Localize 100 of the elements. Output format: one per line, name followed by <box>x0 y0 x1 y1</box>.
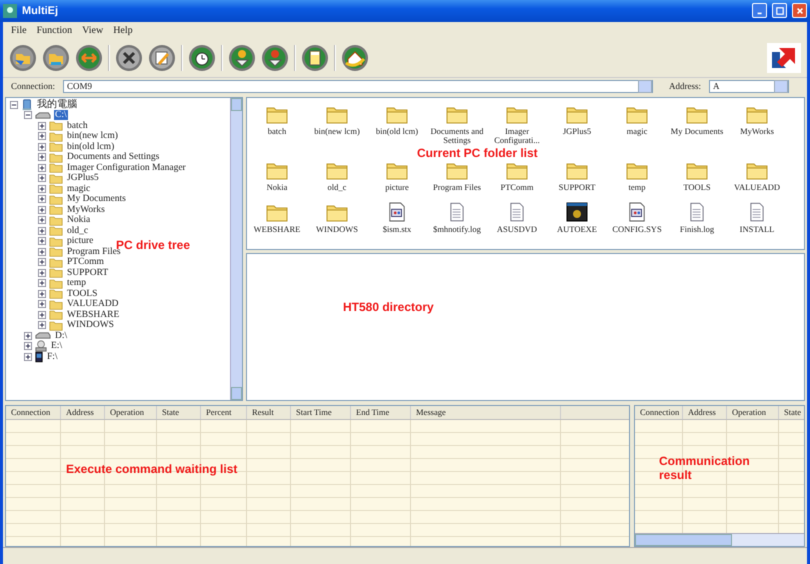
expand-icon[interactable] <box>38 174 46 182</box>
document-item[interactable]: $mhnotify.log <box>427 202 487 244</box>
toolbar-button[interactable] <box>188 44 216 72</box>
tree-item[interactable]: D:\ <box>54 330 68 340</box>
folder-item[interactable]: bin(old lcm) <box>367 104 427 146</box>
connection-dropdown[interactable]: COM9 <box>63 80 653 93</box>
expand-icon[interactable] <box>38 300 46 308</box>
folder-item[interactable]: Nokia <box>247 160 307 202</box>
tree-item[interactable]: Documents and Settings <box>66 152 160 162</box>
menu-item[interactable]: Help <box>113 24 133 38</box>
folder-item[interactable]: bin(new lcm) <box>307 104 367 146</box>
expand-icon[interactable] <box>24 352 32 360</box>
tree-item[interactable]: E:\ <box>50 341 64 351</box>
tree-item[interactable]: old_c <box>66 226 90 236</box>
folder-item[interactable]: PTComm <box>487 160 547 202</box>
column-header[interactable]: End Time <box>351 406 411 420</box>
expand-icon[interactable] <box>24 332 32 340</box>
document-item[interactable]: Finish.log <box>667 202 727 244</box>
folder-item[interactable]: WINDOWS <box>307 202 367 244</box>
expand-icon[interactable] <box>38 216 46 224</box>
expand-icon[interactable] <box>38 268 46 276</box>
document-item[interactable]: CONFIG.SYS <box>607 202 667 244</box>
expand-icon[interactable] <box>38 226 46 234</box>
folder-item[interactable]: picture <box>367 160 427 202</box>
tree-item[interactable]: magic <box>66 184 92 194</box>
column-header[interactable]: Result <box>247 406 291 420</box>
column-header[interactable]: Operation <box>105 406 157 420</box>
tree-item[interactable]: C:\ <box>54 110 68 120</box>
minimize-button[interactable] <box>752 3 767 18</box>
tree-item[interactable]: Imager Configuration Manager <box>66 162 187 172</box>
folder-item[interactable]: VALUEADD <box>727 160 787 202</box>
tree-item[interactable]: Nokia <box>66 215 92 225</box>
close-button[interactable] <box>792 3 807 18</box>
scrollbar[interactable] <box>635 533 804 546</box>
column-header[interactable]: State <box>157 406 201 420</box>
folder-item[interactable]: Documents and Settings <box>427 104 487 146</box>
folder-item[interactable]: old_c <box>307 160 367 202</box>
folder-item[interactable]: MyWorks <box>727 104 787 146</box>
document-item[interactable]: AUTOEXE <box>547 202 607 244</box>
address-dropdown[interactable]: A <box>709 80 789 93</box>
expand-icon[interactable] <box>38 310 46 318</box>
expand-icon[interactable] <box>38 321 46 329</box>
expand-icon[interactable] <box>38 132 46 140</box>
expand-icon[interactable] <box>38 279 46 287</box>
menu-item[interactable]: Function <box>36 24 72 38</box>
column-header[interactable]: Operation <box>727 406 779 420</box>
column-header[interactable]: State <box>779 406 804 420</box>
maximize-button[interactable] <box>772 3 787 18</box>
tree-item[interactable]: F:\ <box>46 352 59 362</box>
column-header[interactable]: Address <box>683 406 727 420</box>
document-item[interactable]: INSTALL <box>727 202 787 244</box>
tree-item[interactable]: batch <box>66 120 89 130</box>
tree-item[interactable]: MyWorks <box>66 204 106 214</box>
expand-icon[interactable] <box>38 290 46 298</box>
expand-icon[interactable] <box>38 122 46 130</box>
folder-item[interactable]: temp <box>607 160 667 202</box>
tree-item[interactable]: temp <box>66 278 87 288</box>
folder-item[interactable]: My Documents <box>667 104 727 146</box>
column-header[interactable]: Address <box>61 406 105 420</box>
tree-item[interactable]: WEBSHARE <box>66 310 120 320</box>
expand-icon[interactable] <box>38 248 46 256</box>
expand-icon[interactable] <box>38 142 46 150</box>
tree-item[interactable]: VALUEADD <box>66 299 120 309</box>
folder-item[interactable]: Program Files <box>427 160 487 202</box>
toolbar-button[interactable] <box>301 44 329 72</box>
folder-item[interactable]: SUPPORT <box>547 160 607 202</box>
expand-icon[interactable] <box>38 206 46 214</box>
tree-item[interactable]: My Documents <box>66 194 127 204</box>
tree-item[interactable]: 我的電腦 <box>36 100 78 110</box>
toolbar-button[interactable] <box>115 44 143 72</box>
expand-icon[interactable] <box>38 164 46 172</box>
expand-icon[interactable] <box>38 184 46 192</box>
tree-item[interactable]: TOOLS <box>66 288 98 298</box>
toolbar-button[interactable] <box>341 44 369 72</box>
folder-item[interactable]: JGPlus5 <box>547 104 607 146</box>
folder-item[interactable]: batch <box>247 104 307 146</box>
column-header[interactable]: Connection <box>6 406 61 420</box>
expand-icon[interactable] <box>24 342 32 350</box>
tree-item[interactable]: PTComm <box>66 257 105 267</box>
column-header[interactable]: Percent <box>201 406 247 420</box>
column-header[interactable]: Connection <box>635 406 683 420</box>
toolbar-button[interactable] <box>228 44 256 72</box>
expand-icon[interactable] <box>38 258 46 266</box>
tree-item[interactable]: bin(new lcm) <box>66 131 119 141</box>
expand-icon[interactable] <box>38 237 46 245</box>
tree-item[interactable]: JGPlus5 <box>66 173 100 183</box>
menu-item[interactable]: File <box>11 24 27 38</box>
toolbar-button[interactable] <box>148 44 176 72</box>
toolbar-button[interactable] <box>261 44 289 72</box>
scrollbar[interactable] <box>230 98 242 400</box>
folder-item[interactable]: Imager Configurati... <box>487 104 547 146</box>
tree-item[interactable]: WINDOWS <box>66 320 115 330</box>
expand-icon[interactable] <box>38 153 46 161</box>
folder-item[interactable]: TOOLS <box>667 160 727 202</box>
document-item[interactable]: ASUSDVD <box>487 202 547 244</box>
collapse-icon[interactable] <box>24 111 32 119</box>
document-item[interactable]: $ism.stx <box>367 202 427 244</box>
column-header[interactable]: Start Time <box>291 406 351 420</box>
menu-item[interactable]: View <box>82 24 104 38</box>
column-header[interactable]: Message <box>411 406 561 420</box>
